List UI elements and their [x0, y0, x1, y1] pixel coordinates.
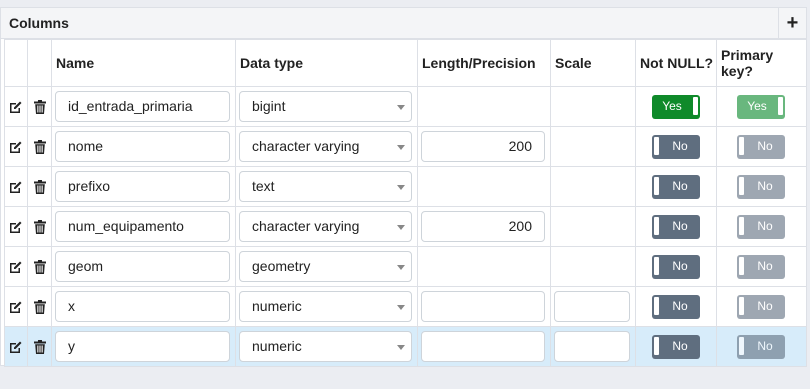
chevron-down-icon [397, 185, 405, 190]
trash-icon[interactable] [28, 179, 51, 194]
primary-key-toggle[interactable]: Yes [737, 94, 785, 119]
edit-icon[interactable] [5, 260, 27, 274]
primary-key-toggle[interactable]: No [737, 174, 785, 199]
edit-icon[interactable] [5, 300, 27, 314]
toggle-label: No [672, 338, 688, 353]
length-input[interactable]: 200 [421, 131, 545, 162]
data-type-value: numeric [252, 298, 302, 314]
add-column-button[interactable]: + [778, 8, 806, 38]
toggle-label: No [672, 218, 688, 233]
table-row: x numeric No No [4, 286, 807, 327]
length-input[interactable] [421, 331, 545, 362]
delete-column-header [27, 39, 52, 87]
columns-header: Columns + [1, 8, 806, 39]
data-type-value: text [252, 178, 275, 194]
toggle-label: No [757, 218, 773, 233]
data-type-value: character varying [252, 138, 360, 154]
primary-key-toggle[interactable]: No [737, 254, 785, 279]
primary-key-column-header: Primary key? [716, 39, 807, 87]
not-null-toggle[interactable]: No [652, 134, 700, 159]
trash-icon[interactable] [28, 139, 51, 154]
chevron-down-icon [397, 265, 405, 270]
columns-panel: Columns + Name Data type Length/Precisio… [0, 7, 807, 367]
toggle-label: Yes [662, 98, 682, 113]
not-null-toggle[interactable]: No [652, 214, 700, 239]
length-input[interactable] [421, 291, 545, 322]
not-null-toggle[interactable]: No [652, 254, 700, 279]
toggle-label: No [757, 298, 773, 313]
toggle-label: No [757, 338, 773, 353]
columns-title: Columns [9, 15, 69, 31]
table-row: id_entrada_primaria bigint Yes Yes [4, 86, 807, 127]
data-type-select[interactable]: geometry [239, 251, 412, 282]
edit-icon[interactable] [5, 220, 27, 234]
data-type-column-header: Data type [235, 39, 418, 87]
table-row: prefixo text No No [4, 166, 807, 207]
chevron-down-icon [397, 225, 405, 230]
chevron-down-icon [397, 345, 405, 350]
toggle-label: No [672, 258, 688, 273]
length-column-header: Length/Precision [417, 39, 551, 87]
edit-icon[interactable] [5, 100, 27, 114]
column-name-input[interactable]: id_entrada_primaria [55, 91, 230, 122]
primary-key-toggle[interactable]: No [737, 214, 785, 239]
toggle-label: No [757, 178, 773, 193]
trash-icon[interactable] [28, 99, 51, 114]
toggle-label: Yes [747, 98, 767, 113]
data-type-select[interactable]: numeric [239, 331, 412, 362]
length-input[interactable]: 200 [421, 211, 545, 242]
column-name-input[interactable]: y [55, 331, 230, 362]
not-null-column-header: Not NULL? [635, 39, 717, 87]
table-row: y numeric No No [4, 326, 807, 367]
not-null-toggle[interactable]: No [652, 294, 700, 319]
data-type-select[interactable]: character varying [239, 131, 412, 162]
edit-icon[interactable] [5, 140, 27, 154]
table-row: num_equipamento character varying 200 No… [4, 206, 807, 247]
chevron-down-icon [397, 105, 405, 110]
primary-key-toggle[interactable]: No [737, 134, 785, 159]
not-null-toggle[interactable]: No [652, 174, 700, 199]
data-type-value: character varying [252, 218, 360, 234]
column-name-input[interactable]: num_equipamento [55, 211, 230, 242]
primary-key-toggle[interactable]: No [737, 334, 785, 359]
toggle-label: No [672, 178, 688, 193]
chevron-down-icon [397, 145, 405, 150]
scale-input[interactable] [554, 331, 630, 362]
toggle-label: No [672, 138, 688, 153]
trash-icon[interactable] [28, 339, 51, 354]
trash-icon[interactable] [28, 299, 51, 314]
edit-icon[interactable] [5, 340, 27, 354]
table-row: geom geometry No No [4, 246, 807, 287]
data-type-value: numeric [252, 338, 302, 354]
trash-icon[interactable] [28, 259, 51, 274]
column-name-input[interactable]: x [55, 291, 230, 322]
scale-input[interactable] [554, 291, 630, 322]
edit-column-header [4, 39, 28, 87]
primary-key-toggle[interactable]: No [737, 294, 785, 319]
scale-column-header: Scale [550, 39, 636, 87]
data-type-select[interactable]: text [239, 171, 412, 202]
data-type-value: bigint [252, 98, 286, 114]
toggle-label: No [757, 258, 773, 273]
columns-table: Name Data type Length/Precision Scale No… [4, 39, 807, 367]
data-type-select[interactable]: character varying [239, 211, 412, 242]
table-row: nome character varying 200 No No [4, 126, 807, 167]
trash-icon[interactable] [28, 219, 51, 234]
toggle-label: No [672, 298, 688, 313]
edit-icon[interactable] [5, 180, 27, 194]
column-name-input[interactable]: geom [55, 251, 230, 282]
data-type-select[interactable]: numeric [239, 291, 412, 322]
table-header-row: Name Data type Length/Precision Scale No… [4, 39, 807, 87]
data-type-value: geometry [252, 258, 311, 274]
column-name-input[interactable]: nome [55, 131, 230, 162]
chevron-down-icon [397, 305, 405, 310]
not-null-toggle[interactable]: No [652, 334, 700, 359]
name-column-header: Name [51, 39, 236, 87]
data-type-select[interactable]: bigint [239, 91, 412, 122]
not-null-toggle[interactable]: Yes [652, 94, 700, 119]
toggle-label: No [757, 138, 773, 153]
column-name-input[interactable]: prefixo [55, 171, 230, 202]
